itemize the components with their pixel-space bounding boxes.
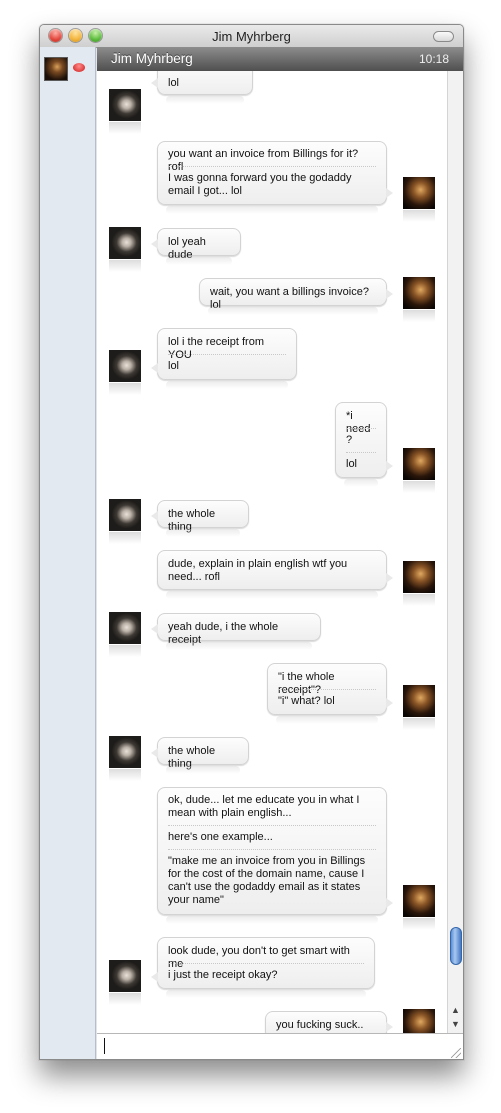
my-avatar [403, 177, 435, 222]
my-avatar [403, 448, 435, 493]
contact-avatar [109, 350, 141, 395]
chat-time: 10:18 [418, 52, 449, 66]
message-text: lol yeah dude [168, 236, 206, 261]
message-text: i just the receipt okay? [168, 969, 278, 981]
message-text: look dude, you don't to get smart with m… [168, 945, 350, 970]
contact-sidebar [40, 47, 96, 1059]
message-bubble: the whole thing [151, 500, 249, 537]
message-bubble: you fucking suck.. lol [265, 1011, 393, 1033]
message-text: the whole thing [168, 508, 216, 533]
window-title: Jim Myhrberg [212, 29, 291, 44]
message-text: you fucking suck.. lol [276, 1019, 364, 1033]
chat-header: Jim Myhrberg 10:18 [97, 47, 463, 72]
message-text: here's one example... [168, 831, 273, 843]
message-bubble: "i the whole receipt"? "i" what? lol [267, 663, 393, 724]
my-avatar [403, 685, 435, 730]
contact-tab-avatar[interactable] [44, 57, 68, 81]
message-text: "i the whole receipt"? [278, 671, 335, 696]
my-avatar [403, 277, 435, 322]
message-text: ? [346, 434, 353, 446]
message-bubble: *i need ? lol [335, 402, 393, 487]
message-bubble: lol [151, 71, 253, 104]
message-bubble: the whole thing [151, 737, 249, 774]
transcript-scrollbar[interactable]: ▲ ▼ [447, 71, 463, 1033]
message-text: "i" what? lol [278, 695, 335, 707]
message-text: yeah dude, i the whole receipt [168, 621, 279, 646]
contact-avatar [109, 89, 141, 134]
message-text: lol [168, 360, 180, 372]
message-bubble: wait, you want a billings invoice? lol [199, 278, 393, 315]
text-caret [104, 1038, 105, 1054]
my-avatar [403, 561, 435, 606]
message-text: wait, you want a billings invoice? lol [210, 286, 369, 311]
scroll-down-arrow-icon[interactable]: ▼ [451, 1019, 460, 1029]
toolbar-toggle-button[interactable] [433, 31, 454, 42]
message-bubble: look dude, you don't to get smart with m… [151, 937, 375, 998]
message-input[interactable] [97, 1033, 463, 1059]
message-bubble: lol yeah dude [151, 228, 241, 265]
chat-window: Jim Myhrberg Jim Myhrberg 10:18 lol you … [39, 24, 464, 1060]
message-bubble: you want an invoice from Billings for it… [157, 141, 393, 214]
message-text: ok, dude... let me educate you in what I… [168, 794, 360, 819]
title-bar[interactable]: Jim Myhrberg [40, 25, 463, 48]
message-bubble: ok, dude... let me educate you in what I… [157, 787, 393, 924]
contact-avatar [109, 960, 141, 1005]
message-text: you want an invoice from Billings for it… [168, 148, 359, 173]
message-text: *i need [346, 410, 371, 435]
contact-avatar [109, 499, 141, 544]
message-text: "make me an invoice from you in Billings… [168, 855, 366, 906]
contact-avatar [109, 736, 141, 781]
message-bubble: yeah dude, i the whole receipt [151, 613, 321, 650]
message-text: the whole thing [168, 745, 216, 770]
contact-avatar [109, 612, 141, 657]
message-bubble: lol i the receipt from YOU lol [151, 328, 297, 389]
contact-avatar [109, 227, 141, 272]
my-avatar [403, 1009, 435, 1033]
message-text: lol i the receipt from YOU [168, 336, 264, 361]
message-text: lol [168, 77, 180, 89]
unread-message-icon [73, 63, 85, 72]
message-text: lol [346, 458, 358, 470]
contact-name: Jim Myhrberg [111, 51, 193, 66]
message-text: I was gonna forward you the godaddy emai… [168, 172, 352, 197]
resize-grip-icon[interactable] [451, 1048, 461, 1058]
message-bubble: dude, explain in plain english wtf you n… [157, 550, 393, 599]
scrollbar-thumb[interactable] [450, 927, 462, 965]
my-avatar [403, 885, 435, 930]
message-text: dude, explain in plain english wtf you n… [168, 558, 348, 583]
scroll-up-arrow-icon[interactable]: ▲ [451, 1005, 460, 1015]
message-transcript: lol you want an invoice from Billings fo… [97, 71, 447, 1033]
